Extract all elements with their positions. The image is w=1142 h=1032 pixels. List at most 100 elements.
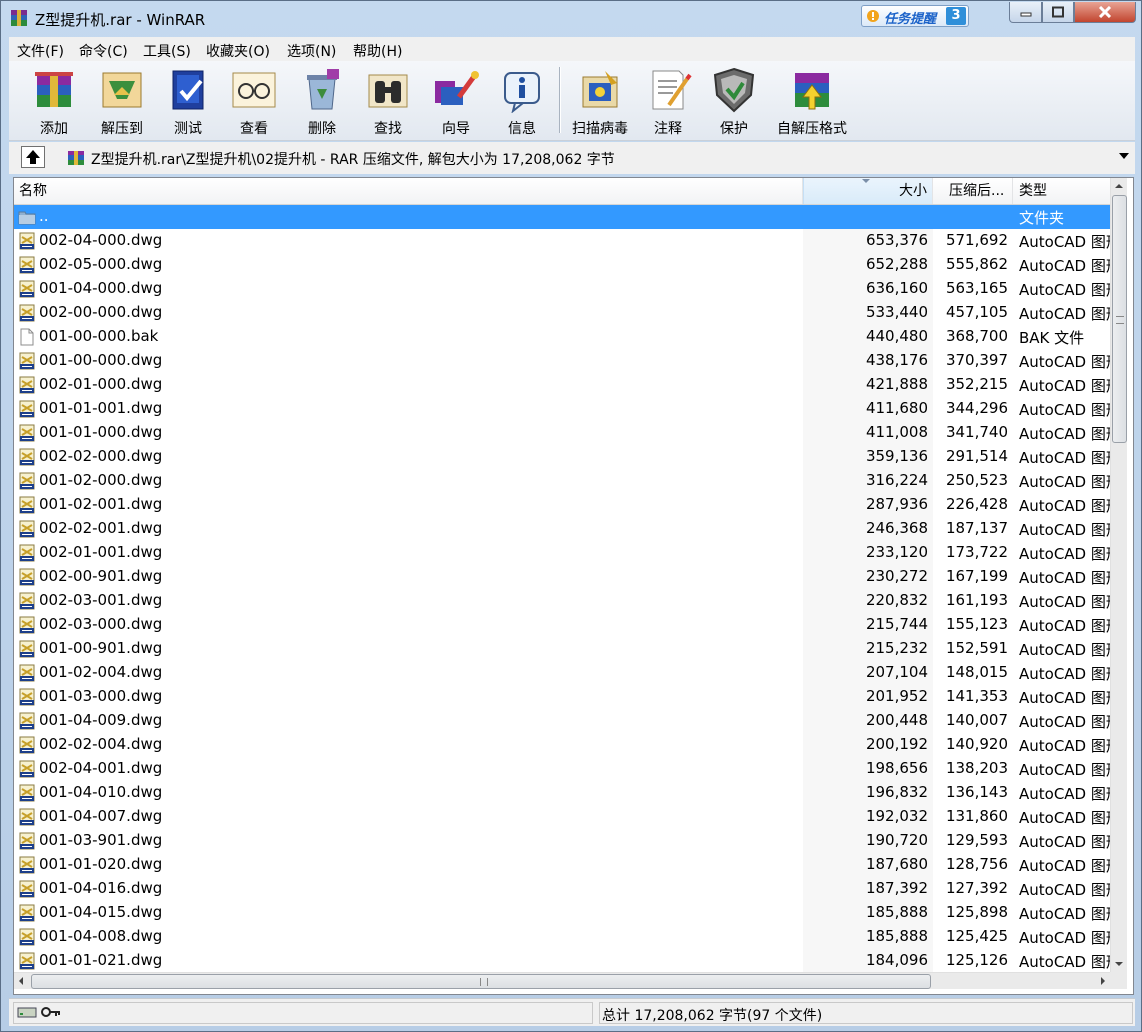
file-row[interactable]: 002-02-001.dwg 246,368 187,137 AutoCAD 图形	[14, 517, 1110, 541]
file-size: 207,104	[865, 663, 928, 681]
file-row[interactable]: 001-04-016.dwg 187,392 127,392 AutoCAD 图形	[14, 877, 1110, 901]
file-type: AutoCAD 图形	[1019, 401, 1110, 419]
file-row[interactable]: 001-01-001.dwg 411,680 344,296 AutoCAD 图形	[14, 397, 1110, 421]
file-size: 411,680	[865, 399, 928, 417]
chevron-down-icon[interactable]	[1119, 153, 1129, 159]
column-packed-header[interactable]: 压缩后...	[933, 178, 1013, 204]
horizontal-scrollbar[interactable]	[14, 972, 1110, 989]
file-size: 421,888	[865, 375, 928, 393]
file-size: 438,176	[865, 351, 928, 369]
menu-commands[interactable]: 命令(C)	[79, 41, 128, 61]
file-name: 001-00-000.dwg	[39, 351, 163, 369]
status-right-pane: 总计 17,208,062 字节(97 个文件)	[599, 1002, 1133, 1024]
file-list[interactable]: 名称 大小 压缩后... 类型 .. 文件夹 002-04-000.dwg 653,3…	[13, 177, 1134, 995]
file-packed-size: 370,397	[945, 351, 1008, 369]
maximize-icon	[1052, 6, 1064, 18]
file-row[interactable]: 001-02-001.dwg 287,936 226,428 AutoCAD 图形	[14, 493, 1110, 517]
menu-file[interactable]: 文件(F)	[17, 41, 64, 61]
vertical-scroll-thumb[interactable]	[1112, 195, 1127, 443]
dwg-file-icon	[18, 304, 36, 322]
maximize-button[interactable]	[1042, 2, 1074, 23]
file-row[interactable]: 002-05-000.dwg 652,288 555,862 AutoCAD 图形	[14, 253, 1110, 277]
file-row[interactable]: 001-00-000.bak 440,480 368,700 BAK 文件	[14, 325, 1110, 349]
dwg-file-icon	[18, 880, 36, 898]
file-type: AutoCAD 图形	[1019, 473, 1110, 491]
file-type: AutoCAD 图形	[1019, 545, 1110, 563]
file-size: 196,832	[865, 783, 928, 801]
file-row[interactable]: 002-00-901.dwg 230,272 167,199 AutoCAD 图形	[14, 565, 1110, 589]
file-row[interactable]: 001-04-015.dwg 185,888 125,898 AutoCAD 图形	[14, 901, 1110, 925]
up-folder-button[interactable]	[21, 146, 45, 168]
file-type: AutoCAD 图形	[1019, 905, 1110, 923]
file-name: 002-02-004.dwg	[39, 735, 163, 753]
file-name: 002-02-001.dwg	[39, 519, 163, 537]
file-rows: .. 文件夹 002-04-000.dwg 653,376 571,692 AutoCAD…	[14, 205, 1110, 972]
file-row[interactable]: 002-02-004.dwg 200,192 140,920 AutoCAD 图形	[14, 733, 1110, 757]
file-row[interactable]: 002-03-001.dwg 220,832 161,193 AutoCAD 图形	[14, 589, 1110, 613]
file-row[interactable]: 002-01-001.dwg 233,120 173,722 AutoCAD 图形	[14, 541, 1110, 565]
column-name-header[interactable]: 名称	[14, 178, 803, 204]
file-row[interactable]: 001-03-000.dwg 201,952 141,353 AutoCAD 图形	[14, 685, 1110, 709]
file-row[interactable]: 001-02-000.dwg 316,224 250,523 AutoCAD 图形	[14, 469, 1110, 493]
winrar-window: Z型提升机.rar - WinRAR 任务提醒 3 文件(F) 命令(C) 工具…	[0, 0, 1142, 1032]
menu-help[interactable]: 帮助(H)	[353, 41, 402, 61]
file-type: AutoCAD 图形	[1019, 641, 1110, 659]
file-row[interactable]: .. 文件夹	[14, 205, 1110, 229]
file-name: 002-02-000.dwg	[39, 447, 163, 465]
title-bar[interactable]: Z型提升机.rar - WinRAR 任务提醒 3	[1, 1, 1141, 35]
file-row[interactable]: 001-00-000.dwg 438,176 370,397 AutoCAD 图形	[14, 349, 1110, 373]
file-size: 215,232	[865, 639, 928, 657]
file-packed-size: 131,860	[945, 807, 1008, 825]
file-row[interactable]: 002-02-000.dwg 359,136 291,514 AutoCAD 图形	[14, 445, 1110, 469]
file-row[interactable]: 001-00-901.dwg 215,232 152,591 AutoCAD 图形	[14, 637, 1110, 661]
file-row[interactable]: 001-01-000.dwg 411,008 341,740 AutoCAD 图形	[14, 421, 1110, 445]
dwg-file-icon	[18, 616, 36, 634]
comment-icon	[652, 70, 692, 110]
scroll-right-arrow-icon[interactable]	[1101, 977, 1105, 985]
toolbar: 添加 解压到 测试 查看 删除 查找 向导 信息 扫描病毒 注释 保护 自解压格…	[9, 61, 1135, 141]
drive-icon[interactable]	[17, 1006, 37, 1019]
file-row[interactable]: 001-02-004.dwg 207,104 148,015 AutoCAD 图形	[14, 661, 1110, 685]
file-row[interactable]: 001-01-020.dwg 187,680 128,756 AutoCAD 图形	[14, 853, 1110, 877]
file-row[interactable]: 001-04-000.dwg 636,160 563,165 AutoCAD 图形	[14, 277, 1110, 301]
minimize-button[interactable]	[1009, 2, 1042, 23]
task-reminder-badge[interactable]: 任务提醒 3	[861, 5, 969, 27]
file-row[interactable]: 001-03-901.dwg 190,720 129,593 AutoCAD 图形	[14, 829, 1110, 853]
scroll-down-arrow-icon[interactable]	[1115, 962, 1123, 966]
scroll-up-arrow-icon[interactable]	[1115, 184, 1123, 188]
file-row[interactable]: 002-03-000.dwg 215,744 155,123 AutoCAD 图形	[14, 613, 1110, 637]
file-type: AutoCAD 图形	[1019, 353, 1110, 371]
sfx-button[interactable]: 自解压格式	[777, 65, 847, 137]
view-glasses-icon	[232, 72, 276, 108]
file-row[interactable]: 001-04-009.dwg 200,448 140,007 AutoCAD 图形	[14, 709, 1110, 733]
file-row[interactable]: 001-04-010.dwg 196,832 136,143 AutoCAD 图形	[14, 781, 1110, 805]
file-row[interactable]: 001-04-007.dwg 192,032 131,860 AutoCAD 图形	[14, 805, 1110, 829]
horizontal-scroll-thumb[interactable]	[31, 974, 931, 989]
close-button[interactable]	[1074, 2, 1136, 23]
file-packed-size: 291,514	[945, 447, 1008, 465]
file-name: 002-03-001.dwg	[39, 591, 163, 609]
path-combobox[interactable]: Z型提升机.rar\Z型提升机\02提升机 - RAR 压缩文件, 解包大小为 …	[63, 145, 1135, 171]
file-row[interactable]: 002-01-000.dwg 421,888 352,215 AutoCAD 图形	[14, 373, 1110, 397]
column-type-header[interactable]: 类型	[1013, 178, 1110, 204]
file-name: 002-01-000.dwg	[39, 375, 163, 393]
dwg-file-icon	[18, 280, 36, 298]
file-packed-size: 187,137	[945, 519, 1008, 537]
file-row[interactable]: 001-04-008.dwg 185,888 125,425 AutoCAD 图形	[14, 925, 1110, 949]
file-name: 001-04-000.dwg	[39, 279, 163, 297]
file-row[interactable]: 001-01-021.dwg 184,096 125,126 AutoCAD 图形	[14, 949, 1110, 972]
file-row[interactable]: 002-04-001.dwg 198,656 138,203 AutoCAD 图形	[14, 757, 1110, 781]
file-packed-size: 125,425	[945, 927, 1008, 945]
menu-options[interactable]: 选项(N)	[287, 41, 336, 61]
protect-button[interactable]: 保护	[701, 65, 767, 137]
menu-tools[interactable]: 工具(S)	[143, 41, 191, 61]
scroll-left-arrow-icon[interactable]	[19, 977, 23, 985]
vertical-scrollbar[interactable]	[1110, 178, 1127, 972]
file-row[interactable]: 002-04-000.dwg 653,376 571,692 AutoCAD 图形	[14, 229, 1110, 253]
key-icon[interactable]	[41, 1006, 61, 1019]
winrar-app-icon[interactable]	[9, 8, 29, 28]
menu-favorites[interactable]: 收藏夹(O)	[206, 41, 270, 61]
file-type: AutoCAD 图形	[1019, 497, 1110, 515]
info-button[interactable]: 信息	[489, 65, 555, 137]
file-row[interactable]: 002-00-000.dwg 533,440 457,105 AutoCAD 图形	[14, 301, 1110, 325]
